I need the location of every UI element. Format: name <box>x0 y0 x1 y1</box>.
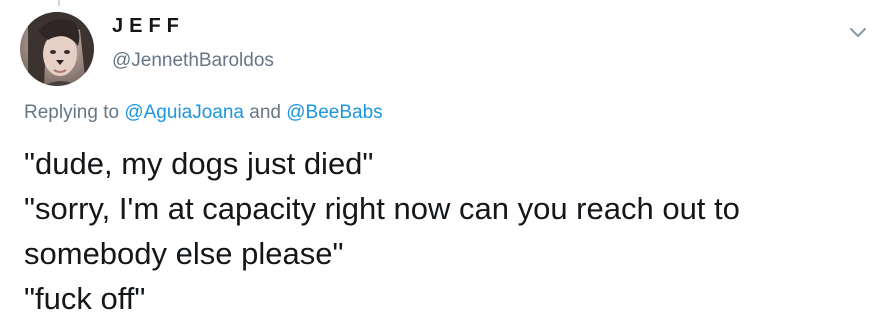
tweet-text-line: "fuck off" <box>24 281 146 316</box>
tweet-text-line: "dude, my dogs just died" <box>24 146 374 181</box>
avatar[interactable] <box>20 12 94 86</box>
author-handle[interactable]: @JennethBaroldos <box>112 50 274 72</box>
mention-link-aguiajoana[interactable]: @AguiaJoana <box>124 102 244 123</box>
tweet-text-line: somebody else please" <box>24 236 344 271</box>
avatar-image <box>20 12 94 86</box>
replying-to-conjunction: and <box>244 102 287 123</box>
replying-to-line: Replying to @AguiaJoana and @BeeBabs <box>24 102 383 124</box>
tweet-text: "dude, my dogs just died" "sorry, I'm at… <box>24 141 874 321</box>
tweet-text-line: "sorry, I'm at capacity right now can yo… <box>24 191 740 226</box>
thread-connector-line <box>58 0 60 6</box>
chevron-down-icon[interactable] <box>847 22 869 44</box>
replying-to-prefix: Replying to <box>24 102 125 123</box>
author-display-name[interactable]: JEFF <box>112 15 185 38</box>
mention-link-beebabs[interactable]: @BeeBabs <box>286 102 382 123</box>
